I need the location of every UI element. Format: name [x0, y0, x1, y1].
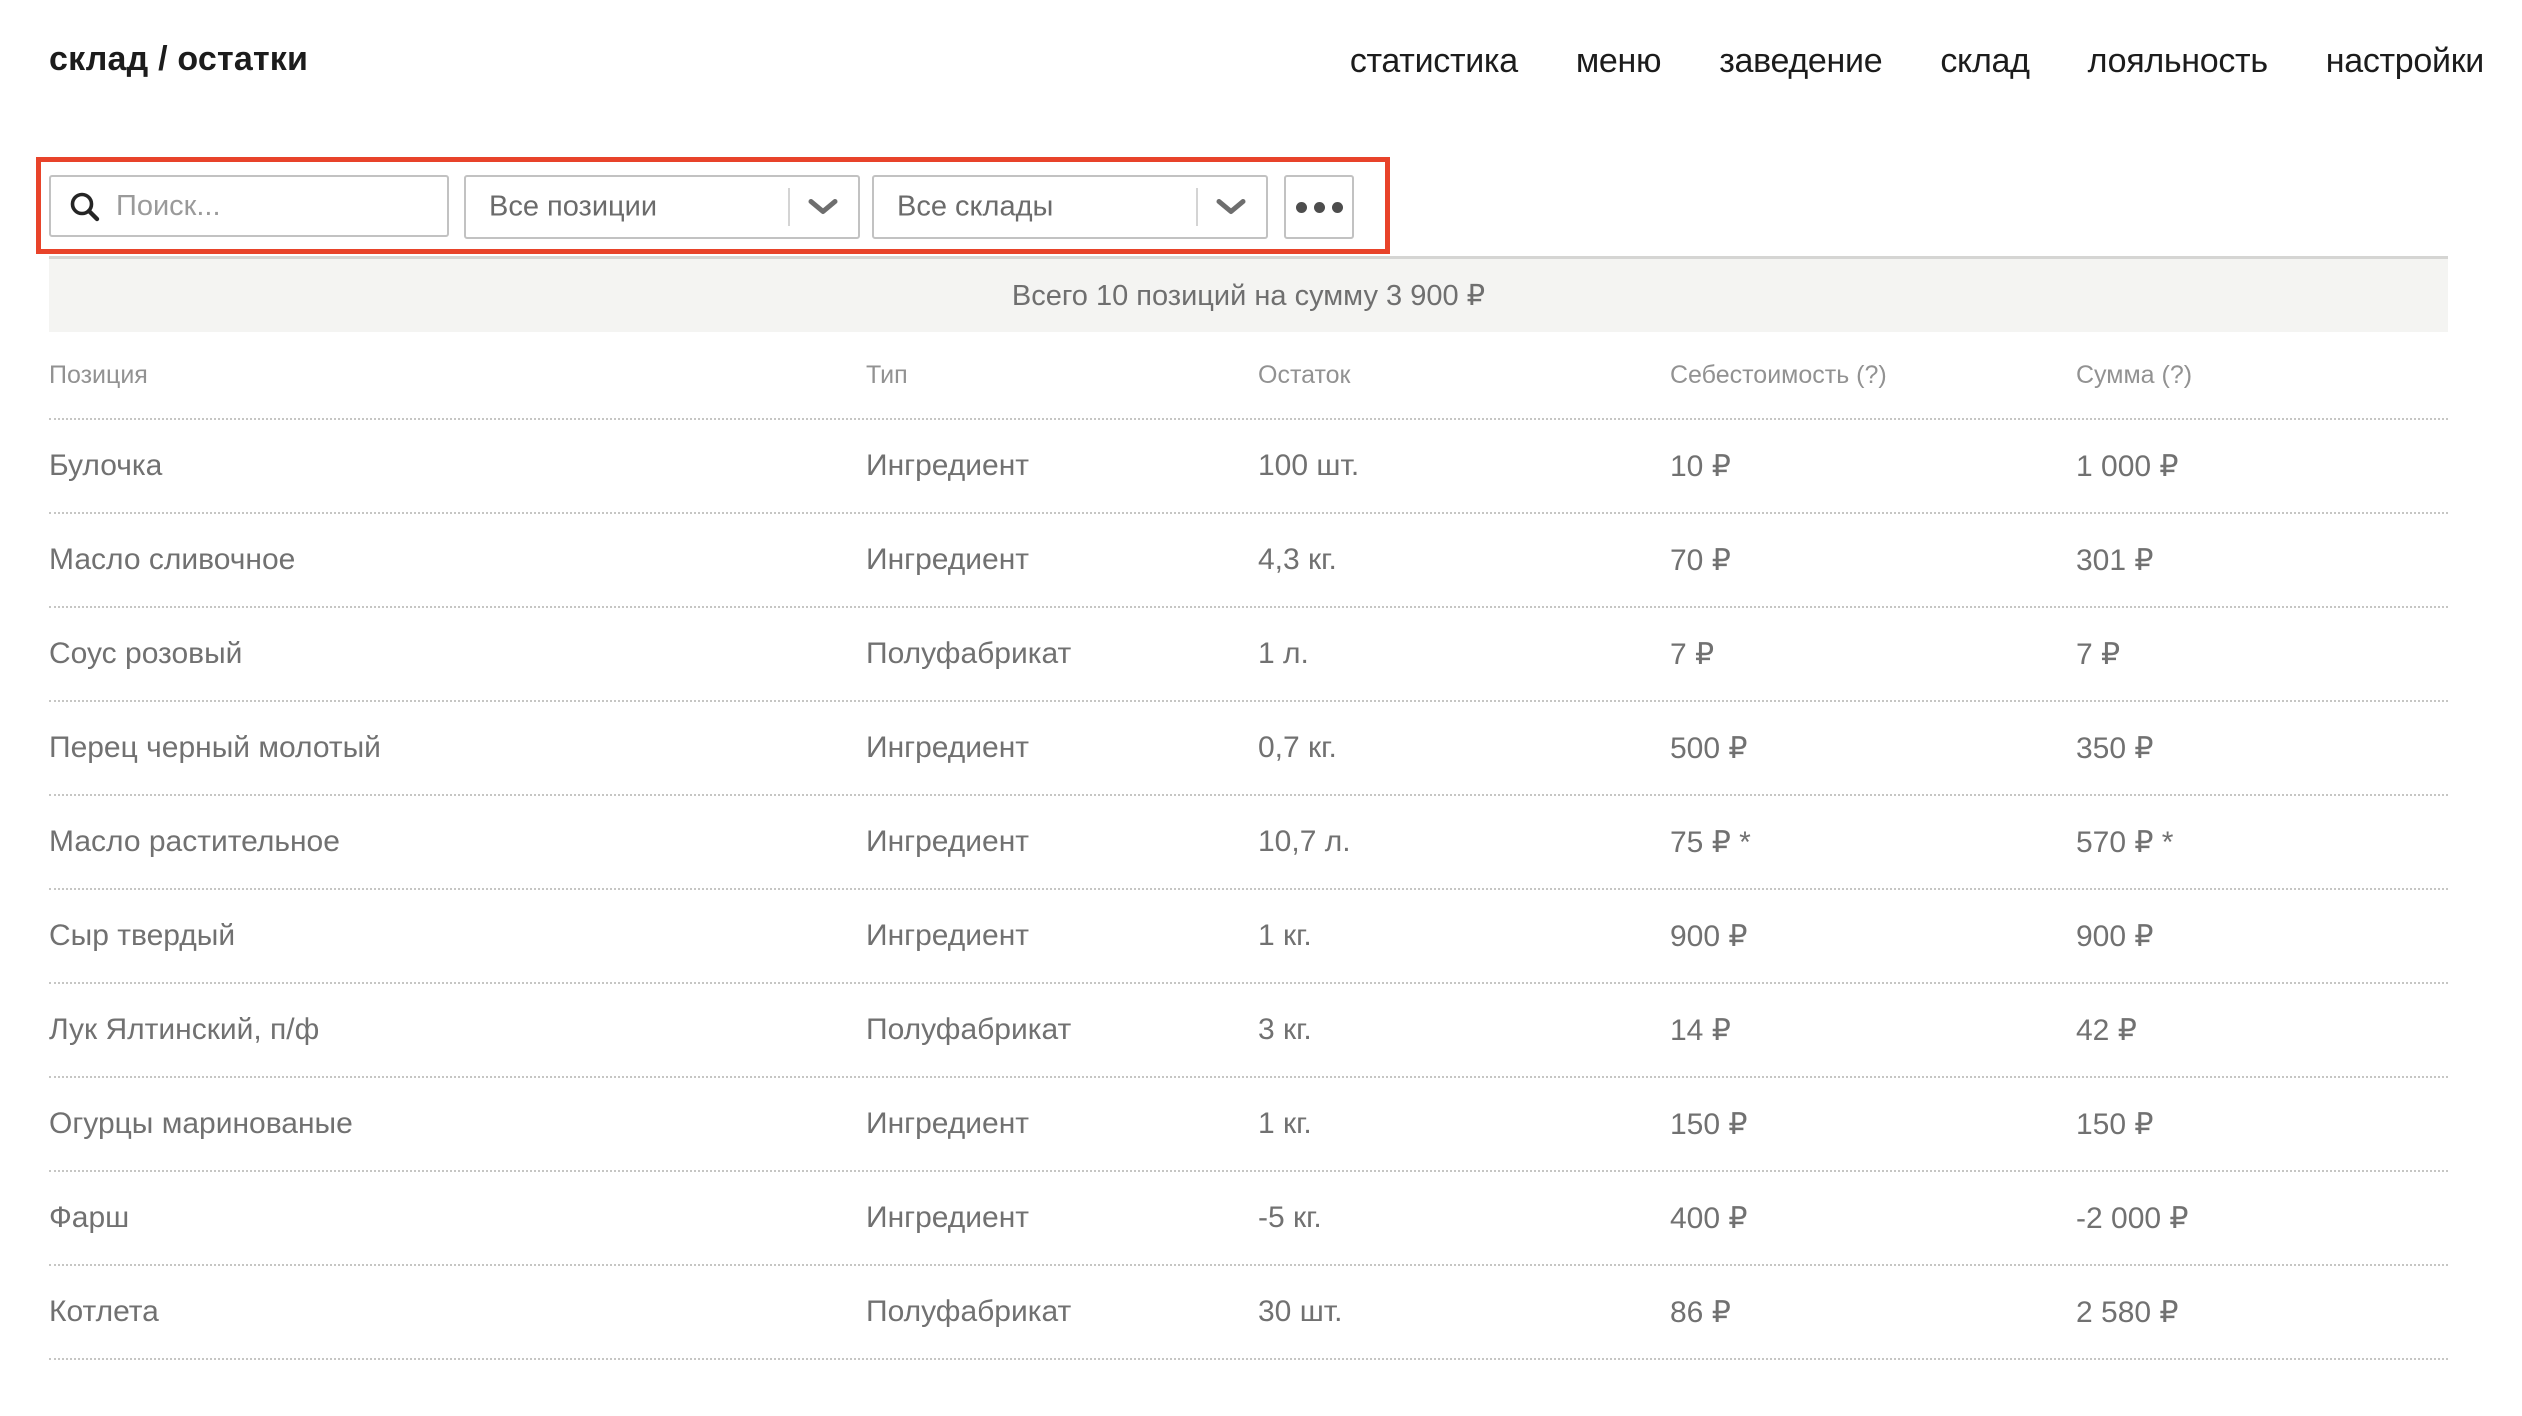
cell-sum: 7 ₽	[2076, 637, 2448, 672]
cell-sum: 570 ₽ *	[2076, 825, 2448, 860]
select-divider	[788, 188, 790, 226]
cell-stock: 1 кг.	[1258, 1107, 1670, 1141]
cell-type: Ингредиент	[866, 449, 1258, 483]
cell-position: Соус розовый	[49, 637, 866, 671]
nav-item-settings[interactable]: настройки	[2326, 42, 2484, 81]
column-header-type: Тип	[866, 361, 1258, 390]
column-header-sum: Сумма (?)	[2076, 361, 2448, 390]
cell-sum: 42 ₽	[2076, 1013, 2448, 1048]
cell-stock: -5 кг.	[1258, 1201, 1670, 1235]
search-box[interactable]	[49, 175, 449, 237]
cell-sum: 2 580 ₽	[2076, 1295, 2448, 1330]
search-input[interactable]	[116, 190, 416, 223]
cell-position: Фарш	[49, 1201, 866, 1235]
chevron-down-icon	[1215, 198, 1247, 217]
table-body: Булочка Ингредиент 100 шт. 10 ₽ 1 000 ₽ …	[49, 420, 2448, 1360]
cell-position: Масло растительное	[49, 825, 866, 859]
column-header-cost: Себестоимость (?)	[1670, 361, 2076, 390]
table-row[interactable]: Масло сливочное Ингредиент 4,3 кг. 70 ₽ …	[49, 514, 2448, 608]
cell-type: Полуфабрикат	[866, 1013, 1258, 1047]
cell-type: Полуфабрикат	[866, 637, 1258, 671]
cell-type: Ингредиент	[866, 919, 1258, 953]
nav-item-statistics[interactable]: статистика	[1350, 42, 1518, 81]
cell-type: Ингредиент	[866, 731, 1258, 765]
cell-position: Огурцы маринованые	[49, 1107, 866, 1141]
cell-position: Лук Ялтинский, п/ф	[49, 1013, 866, 1047]
table-row[interactable]: Перец черный молотый Ингредиент 0,7 кг. …	[49, 702, 2448, 796]
cell-type: Ингредиент	[866, 825, 1258, 859]
cell-sum: 900 ₽	[2076, 919, 2448, 954]
cell-sum: 1 000 ₽	[2076, 449, 2448, 484]
positions-filter-select[interactable]: Все позиции	[464, 175, 860, 239]
cell-position: Котлета	[49, 1295, 866, 1329]
cell-cost: 10 ₽	[1670, 449, 2076, 484]
nav-item-venue[interactable]: заведение	[1719, 42, 1882, 81]
cell-position: Масло сливочное	[49, 543, 866, 577]
summary-text: Всего 10 позиций на сумму 3 900 ₽	[1012, 278, 1485, 313]
top-nav: статистика меню заведение склад лояльнос…	[1350, 42, 2484, 81]
cell-position: Перец черный молотый	[49, 731, 866, 765]
column-header-stock: Остаток	[1258, 361, 1670, 390]
table-row[interactable]: Сыр твердый Ингредиент 1 кг. 900 ₽ 900 ₽	[49, 890, 2448, 984]
cell-stock: 30 шт.	[1258, 1295, 1670, 1329]
nav-item-warehouse[interactable]: склад	[1940, 42, 2029, 81]
cell-type: Ингредиент	[866, 1107, 1258, 1141]
table-row[interactable]: Масло растительное Ингредиент 10,7 л. 75…	[49, 796, 2448, 890]
table-row[interactable]: Булочка Ингредиент 100 шт. 10 ₽ 1 000 ₽	[49, 420, 2448, 514]
cell-cost: 150 ₽	[1670, 1107, 2076, 1142]
cell-stock: 10,7 л.	[1258, 825, 1670, 859]
cell-stock: 100 шт.	[1258, 449, 1670, 483]
cell-type: Полуфабрикат	[866, 1295, 1258, 1329]
cell-sum: 301 ₽	[2076, 543, 2448, 578]
table-row[interactable]: Огурцы маринованые Ингредиент 1 кг. 150 …	[49, 1078, 2448, 1172]
cell-stock: 3 кг.	[1258, 1013, 1670, 1047]
summary-bar: Всего 10 позиций на сумму 3 900 ₽	[49, 256, 2448, 332]
more-options-button[interactable]	[1284, 175, 1354, 239]
cell-cost: 500 ₽	[1670, 731, 2076, 766]
cell-cost: 75 ₽ *	[1670, 825, 2076, 860]
cell-cost: 70 ₽	[1670, 543, 2076, 578]
cell-type: Ингредиент	[866, 1201, 1258, 1235]
table-row[interactable]: Фарш Ингредиент -5 кг. 400 ₽ -2 000 ₽	[49, 1172, 2448, 1266]
select-divider	[1196, 188, 1198, 226]
cell-stock: 0,7 кг.	[1258, 731, 1670, 765]
search-icon	[69, 191, 100, 222]
cell-cost: 900 ₽	[1670, 919, 2076, 954]
warehouses-filter-value: Все склады	[897, 191, 1053, 224]
table-row[interactable]: Соус розовый Полуфабрикат 1 л. 7 ₽ 7 ₽	[49, 608, 2448, 702]
cell-cost: 400 ₽	[1670, 1201, 2076, 1236]
chevron-down-icon	[807, 198, 839, 217]
stock-content: Всего 10 позиций на сумму 3 900 ₽ Позици…	[49, 256, 2448, 1360]
cell-stock: 4,3 кг.	[1258, 543, 1670, 577]
positions-filter-value: Все позиции	[489, 191, 657, 224]
cell-position: Булочка	[49, 449, 866, 483]
cell-cost: 86 ₽	[1670, 1295, 2076, 1330]
nav-item-menu[interactable]: меню	[1576, 42, 1661, 81]
table-header-row: Позиция Тип Остаток Себестоимость (?) Су…	[49, 332, 2448, 420]
warehouses-filter-select[interactable]: Все склады	[872, 175, 1268, 239]
nav-item-loyalty[interactable]: лояльность	[2088, 42, 2268, 81]
cell-type: Ингредиент	[866, 543, 1258, 577]
page-title: склад / остатки	[49, 40, 308, 79]
ellipsis-icon	[1296, 202, 1343, 213]
cell-stock: 1 л.	[1258, 637, 1670, 671]
cell-stock: 1 кг.	[1258, 919, 1670, 953]
cell-position: Сыр твердый	[49, 919, 866, 953]
cell-sum: 150 ₽	[2076, 1107, 2448, 1142]
table-row[interactable]: Котлета Полуфабрикат 30 шт. 86 ₽ 2 580 ₽	[49, 1266, 2448, 1360]
cell-sum: -2 000 ₽	[2076, 1201, 2448, 1236]
column-header-position: Позиция	[49, 361, 866, 390]
table-row[interactable]: Лук Ялтинский, п/ф Полуфабрикат 3 кг. 14…	[49, 984, 2448, 1078]
cell-cost: 14 ₽	[1670, 1013, 2076, 1048]
cell-cost: 7 ₽	[1670, 637, 2076, 672]
stock-page: склад / остатки статистика меню заведени…	[0, 0, 2522, 1416]
cell-sum: 350 ₽	[2076, 731, 2448, 766]
